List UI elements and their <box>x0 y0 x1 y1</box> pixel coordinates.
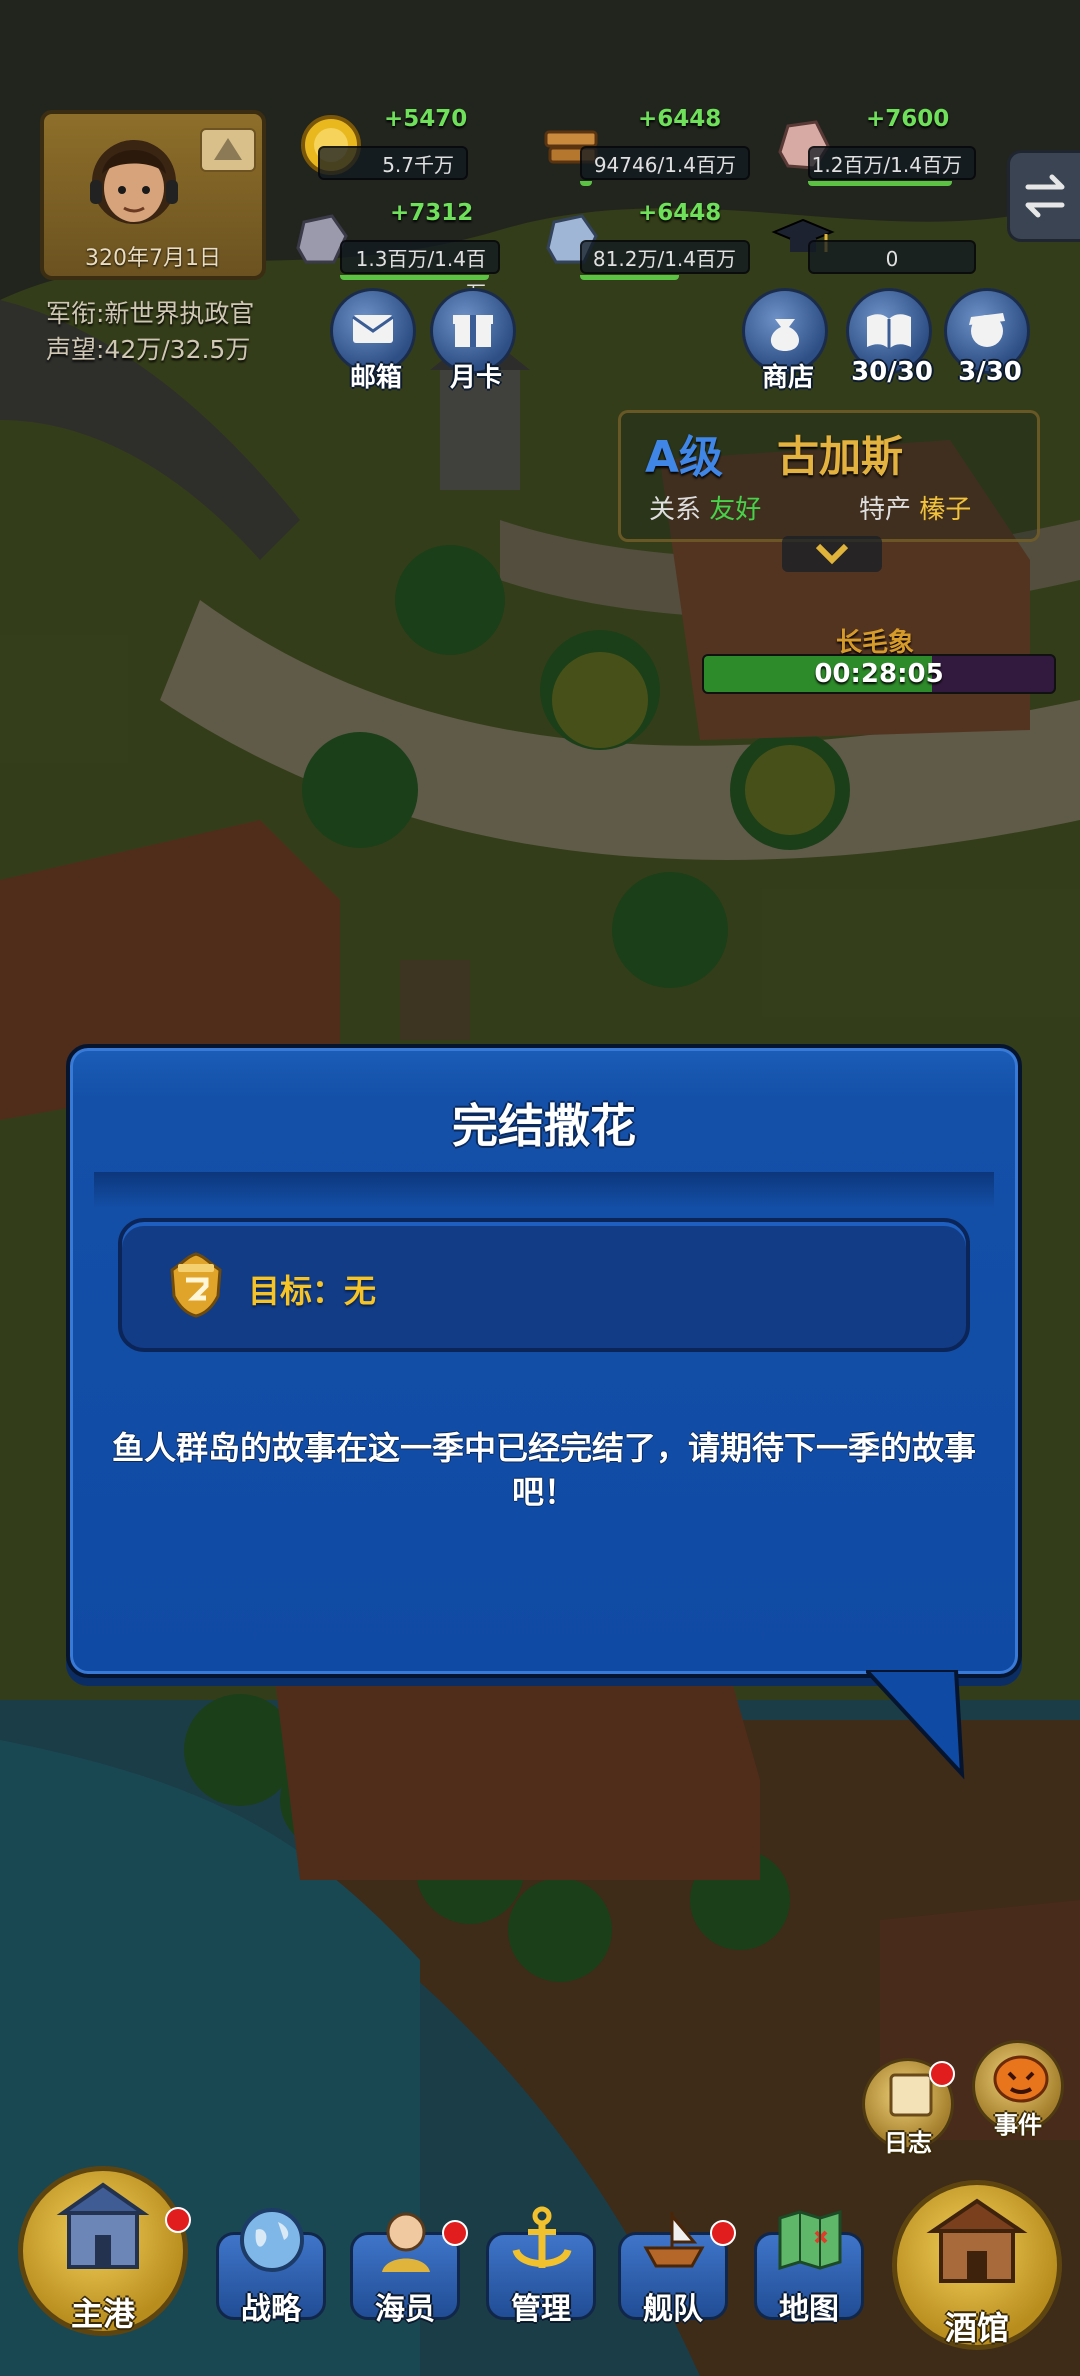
city-specialty: 特产 榛子 <box>859 495 972 525</box>
rank-up-icon[interactable] <box>200 128 256 172</box>
crystal-capacity-fill <box>580 275 679 280</box>
resource-crystal[interactable]: +6448 81.2万/1.4百万 <box>546 200 750 280</box>
mail-button[interactable]: 邮箱 <box>330 288 416 393</box>
season-end-dialog: 完结撒花 目标：无 鱼人群岛的故事在这一季中已经完结了，请期待下一季的故事吧！ <box>66 1044 1022 1678</box>
dialog-title: 完结撒花 <box>452 1099 636 1153</box>
goal-box: 目标：无 <box>118 1218 970 1352</box>
chevron-down-icon <box>815 543 849 565</box>
home-port-button[interactable]: 主港 <box>18 2166 191 2336</box>
city-expand-button[interactable] <box>782 536 882 572</box>
nav-map[interactable]: 地图 <box>750 2202 868 2327</box>
tavern-button[interactable]: 酒馆 <box>892 2180 1062 2350</box>
event-button[interactable]: 事件 <box>972 2040 1064 2139</box>
dialog-pointer <box>866 1670 965 1780</box>
nav-sailors[interactable]: 海员 <box>346 2202 468 2327</box>
anchor-icon <box>512 2206 572 2268</box>
city-relation: 关系 友好 <box>649 495 762 525</box>
globe-icon <box>240 2208 304 2272</box>
notification-dot <box>165 2207 191 2233</box>
city-grade: A级 <box>645 432 724 483</box>
reputation: 声望:42万/32.5万 <box>46 335 251 364</box>
wood-capacity-fill <box>580 181 592 186</box>
notification-dot <box>442 2220 468 2246</box>
nav-fleet[interactable]: 舰队 <box>614 2202 736 2327</box>
crew-button[interactable]: 3/30 <box>944 288 1030 387</box>
side-menu-toggle[interactable] <box>1007 150 1080 242</box>
log-button[interactable]: 日志 <box>862 2058 955 2157</box>
monthly-card-button[interactable]: 月卡 <box>430 288 516 393</box>
shop-button[interactable]: 商店 <box>742 288 828 393</box>
avatar <box>90 140 178 224</box>
title-divider <box>94 1172 994 1208</box>
resource-gold[interactable]: +5470 5.7千万 <box>301 106 468 186</box>
quest-book-button[interactable]: 30/30 <box>846 288 933 387</box>
resource-stone[interactable]: +7600 1.2百万/1.4百万 <box>778 106 976 186</box>
castle-icon <box>56 2182 150 2269</box>
nav-strategy[interactable]: 战略 <box>212 2202 330 2327</box>
notification-dot <box>710 2220 736 2246</box>
military-rank: 军衔:新世界执政官 <box>46 299 255 328</box>
resource-wood[interactable]: +6448 94746/1.4百万 <box>544 106 750 186</box>
nav-manage[interactable]: 管理 <box>482 2202 600 2327</box>
ship-icon <box>643 2211 705 2268</box>
city-name: 古加斯 <box>777 432 904 481</box>
notification-dot <box>929 2061 955 2087</box>
sailor-portrait-icon <box>382 2212 430 2272</box>
swap-arrows-icon <box>1025 174 1065 218</box>
iron-capacity-fill <box>340 275 489 280</box>
pumpkin-icon <box>993 2055 1049 2103</box>
building-timer: 00:28:05 <box>702 654 1056 694</box>
goal-text: 目标：无 <box>248 1272 377 1310</box>
game-date: 320年7月1日 <box>85 246 221 271</box>
player-avatar-frame[interactable]: 320年7月1日 <box>40 110 266 280</box>
tavern-building-icon <box>926 2198 1028 2283</box>
map-icon <box>778 2209 842 2271</box>
dialog-message: 鱼人群岛的故事在这一季中已经完结了，请期待下一季的故事吧！ <box>111 1429 976 1511</box>
resource-scholar[interactable]: 0 <box>771 218 976 280</box>
resource-iron[interactable]: +7312 1.3百万/1.4百万 <box>296 200 500 305</box>
stone-capacity-fill <box>808 181 953 186</box>
goal-badge-icon <box>170 1252 222 1318</box>
city-info-panel[interactable]: A级 古加斯 关系 友好 特产 榛子 <box>618 410 1040 542</box>
